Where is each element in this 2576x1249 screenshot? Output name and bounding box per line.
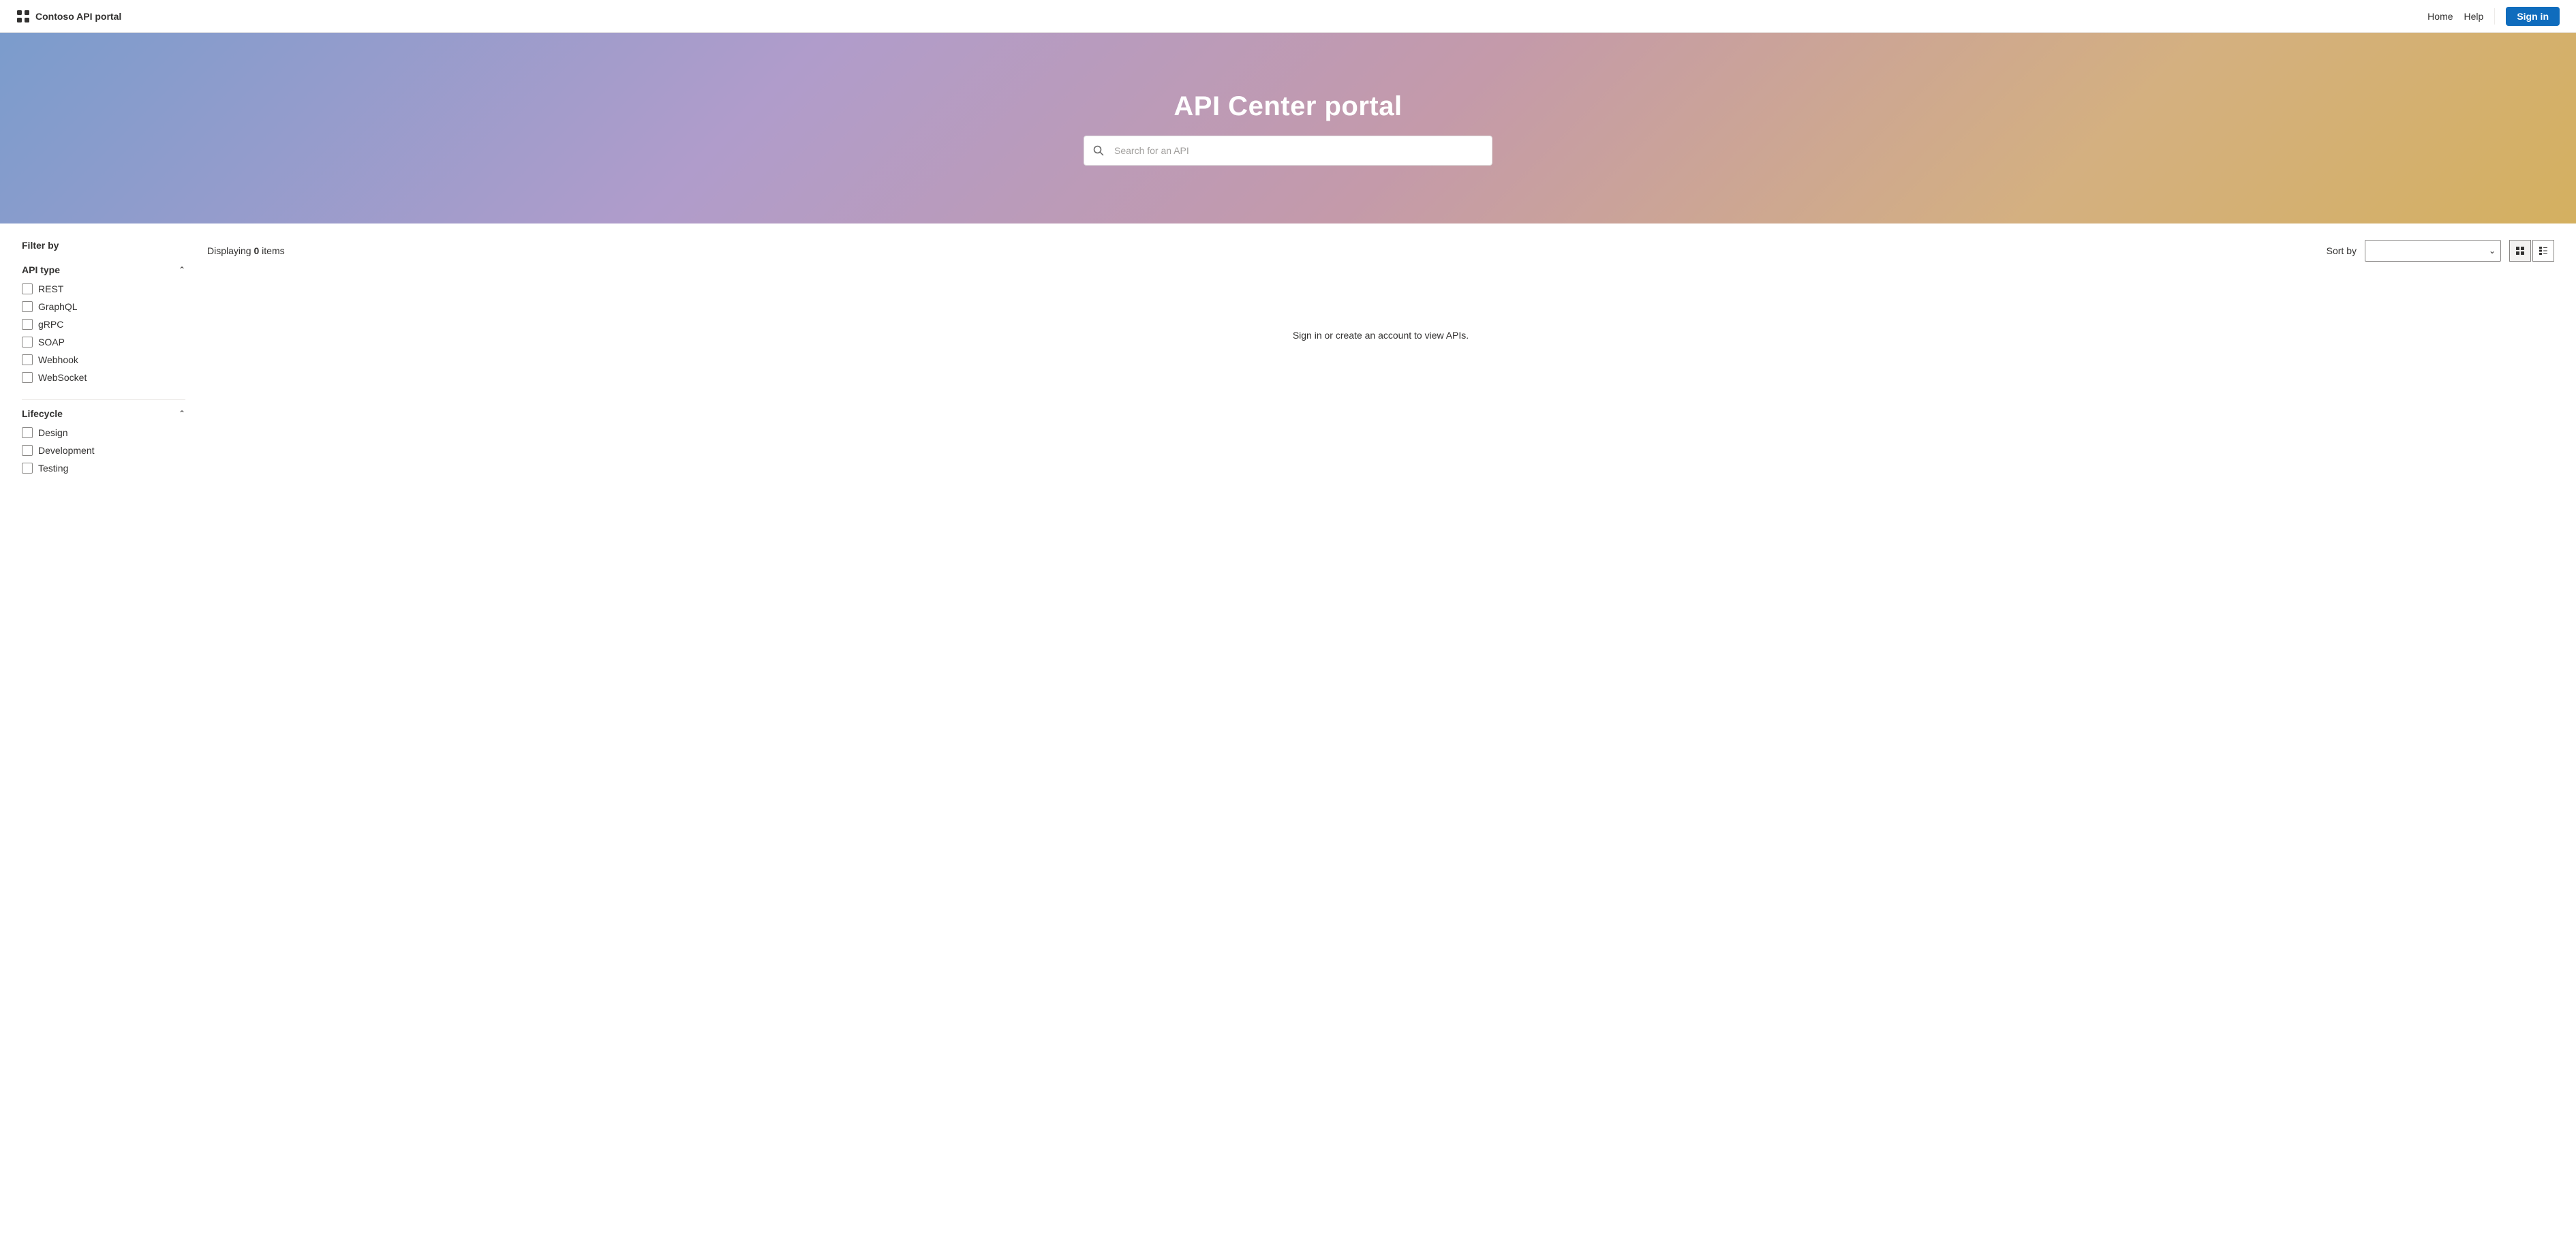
filter-label-grpc: gRPC — [38, 319, 63, 330]
grid-view-icon — [2515, 246, 2525, 256]
api-type-section: API type ⌃ REST GraphQL gRPC SO — [22, 264, 185, 388]
filter-checkbox-rest[interactable] — [22, 283, 33, 294]
lifecycle-chevron-icon: ⌃ — [179, 409, 185, 418]
lifecycle-header[interactable]: Lifecycle ⌃ — [22, 408, 185, 425]
section-divider — [22, 399, 185, 400]
lifecycle-section: Lifecycle ⌃ Design Development Testing — [22, 408, 185, 479]
grid-view-button[interactable] — [2509, 240, 2531, 262]
hero-title: API Center portal — [1174, 91, 1402, 122]
toolbar-right: Sort by Name Type Created ⌄ — [2327, 240, 2554, 262]
filter-checkbox-grpc[interactable] — [22, 319, 33, 330]
list-view-button[interactable] — [2532, 240, 2554, 262]
filter-label-websocket: WebSocket — [38, 372, 87, 383]
top-navigation: Contoso API portal Home Help Sign in — [0, 0, 2576, 33]
filter-label-webhook: Webhook — [38, 354, 78, 365]
empty-message: Sign in or create an account to view API… — [1293, 330, 1469, 341]
sort-by-label: Sort by — [2327, 245, 2357, 256]
nav-divider — [2494, 8, 2495, 25]
filter-option-development[interactable]: Development — [22, 445, 185, 456]
filter-by-label: Filter by — [22, 240, 185, 251]
displaying-count-text: Displaying 0 items — [207, 245, 285, 256]
sort-select[interactable]: Name Type Created — [2365, 240, 2501, 262]
brand-name: Contoso API portal — [35, 11, 121, 22]
nav-right: Home Help Sign in — [2427, 7, 2560, 26]
filter-checkbox-development[interactable] — [22, 445, 33, 456]
filter-label-design: Design — [38, 427, 68, 438]
help-link[interactable]: Help — [2464, 11, 2484, 22]
api-type-options: REST GraphQL gRPC SOAP Webhook — [22, 281, 185, 388]
filter-label-graphql: GraphQL — [38, 301, 78, 312]
list-view-icon — [2539, 246, 2548, 256]
filter-checkbox-design[interactable] — [22, 427, 33, 438]
search-container — [1084, 136, 1492, 166]
filter-option-testing[interactable]: Testing — [22, 463, 185, 474]
filter-checkbox-webhook[interactable] — [22, 354, 33, 365]
filter-option-websocket[interactable]: WebSocket — [22, 372, 185, 383]
brand-icon — [16, 10, 30, 23]
view-toggle — [2509, 240, 2554, 262]
filter-option-grpc[interactable]: gRPC — [22, 319, 185, 330]
sort-select-wrapper: Name Type Created ⌄ — [2365, 240, 2501, 262]
lifecycle-options: Design Development Testing — [22, 425, 185, 479]
filter-option-webhook[interactable]: Webhook — [22, 354, 185, 365]
filter-checkbox-websocket[interactable] — [22, 372, 33, 383]
api-type-title: API type — [22, 264, 60, 275]
filter-checkbox-soap[interactable] — [22, 337, 33, 348]
filter-label-testing: Testing — [38, 463, 68, 474]
api-type-header[interactable]: API type ⌃ — [22, 264, 185, 281]
content-toolbar: Displaying 0 items Sort by Name Type Cre… — [207, 240, 2554, 262]
search-input[interactable] — [1084, 136, 1492, 166]
empty-state: Sign in or create an account to view API… — [207, 275, 2554, 341]
lifecycle-title: Lifecycle — [22, 408, 63, 419]
home-link[interactable]: Home — [2427, 11, 2453, 22]
api-type-chevron-icon: ⌃ — [179, 265, 185, 275]
filter-option-rest[interactable]: REST — [22, 283, 185, 294]
main-content: Filter by API type ⌃ REST GraphQL gRPC — [0, 223, 2576, 1249]
filter-option-soap[interactable]: SOAP — [22, 337, 185, 348]
filter-checkbox-testing[interactable] — [22, 463, 33, 474]
search-icon — [1093, 145, 1104, 156]
sidebar: Filter by API type ⌃ REST GraphQL gRPC — [22, 240, 185, 1233]
filter-label-development: Development — [38, 445, 95, 456]
content-area: Displaying 0 items Sort by Name Type Cre… — [207, 240, 2554, 1233]
filter-label-rest: REST — [38, 283, 63, 294]
displaying-suffix: items — [259, 245, 284, 256]
hero-banner: API Center portal — [0, 33, 2576, 223]
brand: Contoso API portal — [16, 10, 121, 23]
filter-option-design[interactable]: Design — [22, 427, 185, 438]
filter-checkbox-graphql[interactable] — [22, 301, 33, 312]
displaying-prefix: Displaying — [207, 245, 254, 256]
filter-option-graphql[interactable]: GraphQL — [22, 301, 185, 312]
sign-in-button[interactable]: Sign in — [2506, 7, 2560, 26]
filter-label-soap: SOAP — [38, 337, 65, 348]
